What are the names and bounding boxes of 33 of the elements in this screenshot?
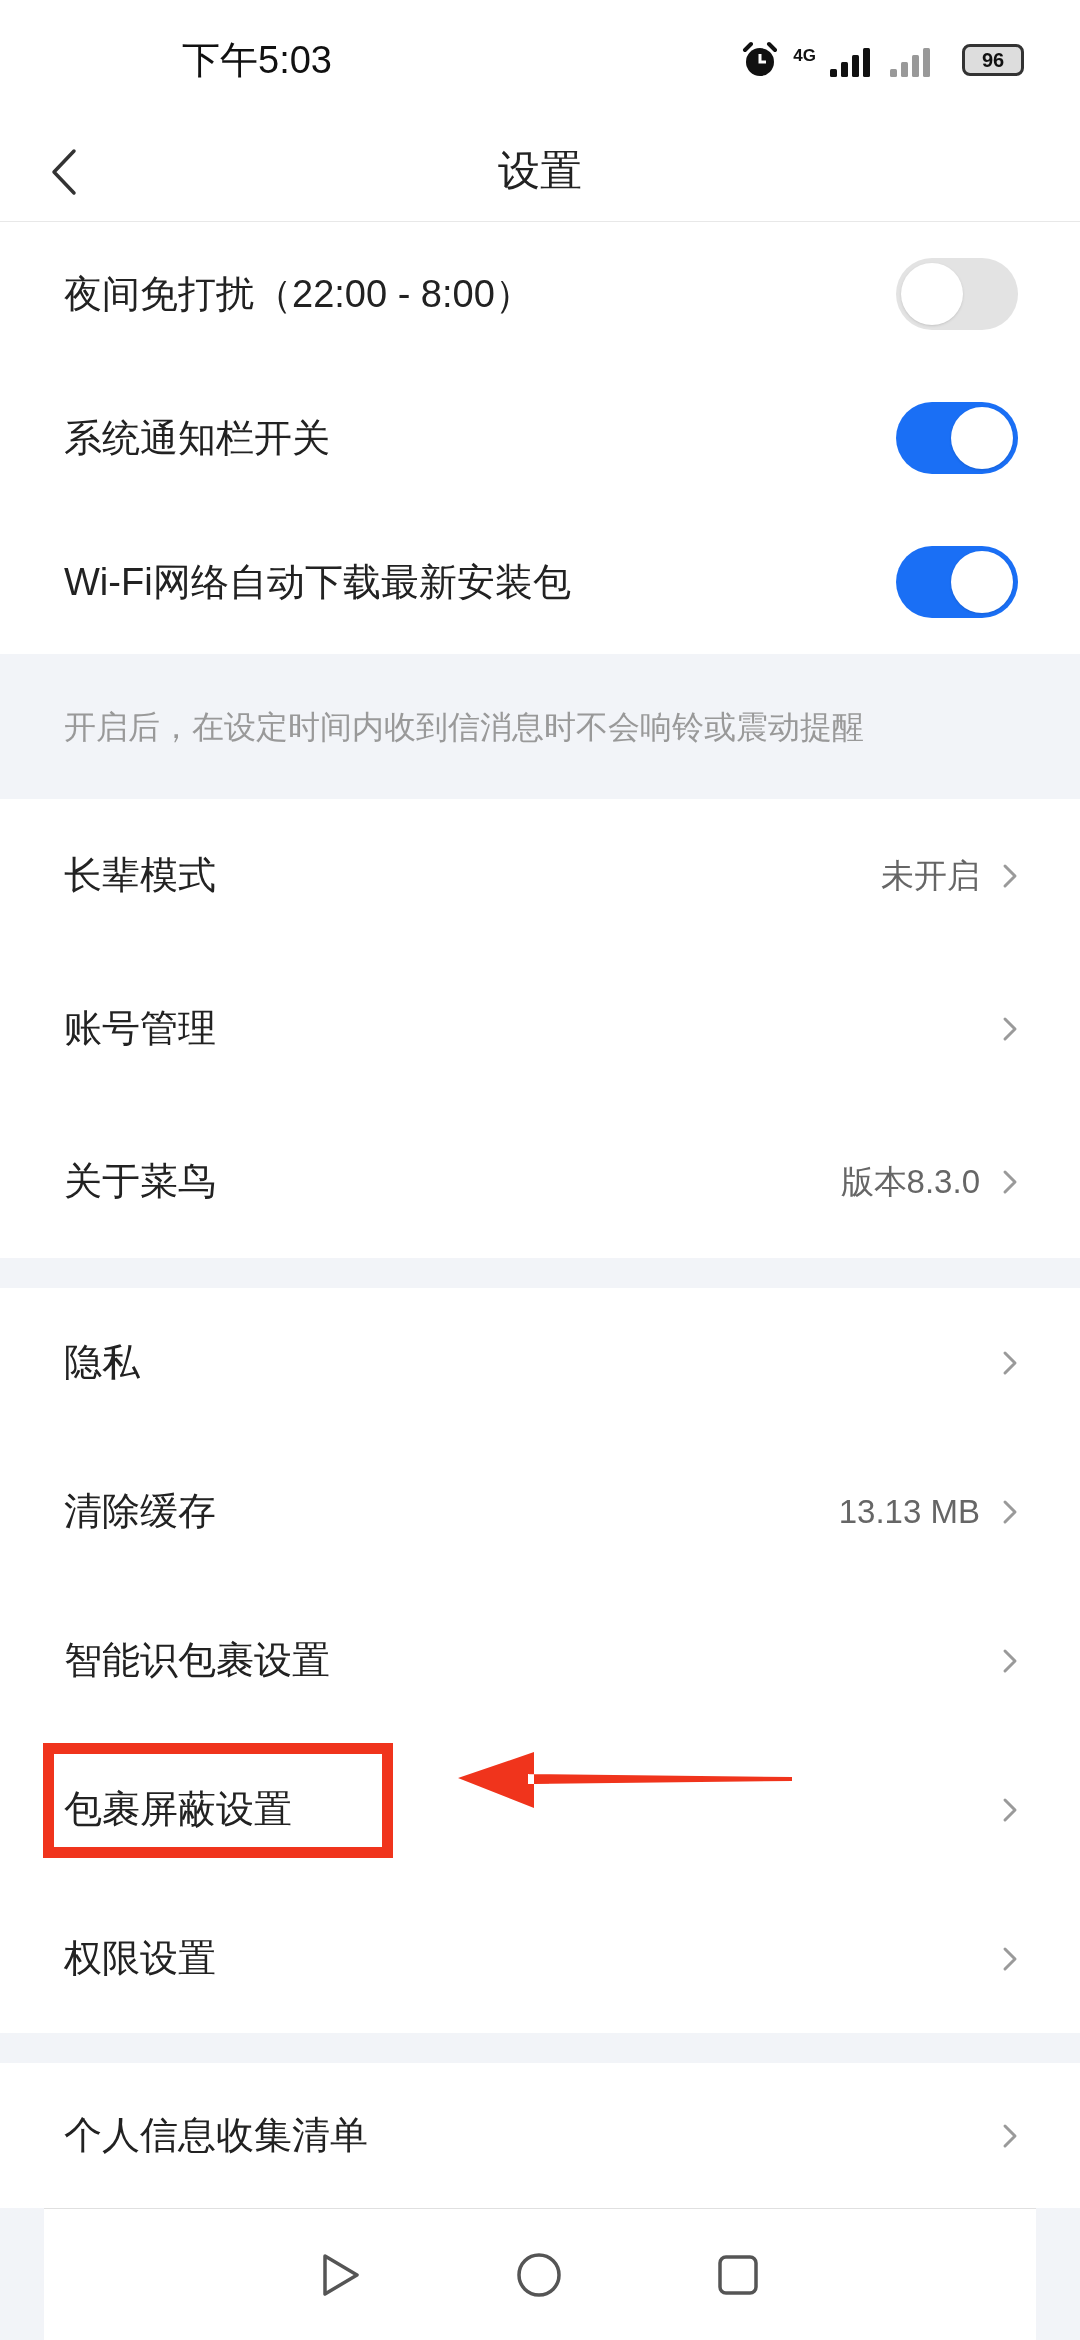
row-label: 权限设置 [64,1936,216,1981]
chevron-right-icon [1002,1349,1018,1376]
toggle-label: 夜间免打扰（22:00 - 8:00） [64,271,533,317]
row-value: 版本8.3.0 [840,1161,980,1202]
chevron-right-icon [1002,1647,1018,1674]
row-label: 长辈模式 [64,853,216,898]
chevron-right-icon [1002,2122,1018,2149]
row-label: 个人信息收集清单 [64,2113,368,2158]
row-value: 13.13 MB [838,1491,980,1532]
row-label: 包裹屏蔽设置 [64,1787,292,1832]
row-value: 未开启 [881,855,980,896]
toggle-label: 系统通知栏开关 [64,415,330,461]
chevron-right-icon [1002,1498,1018,1525]
back-triangle-icon[interactable] [321,2251,362,2298]
chevron-right-icon [1002,862,1018,889]
row-label: 关于菜鸟 [64,1159,216,1204]
network-label: 4G [793,45,816,67]
chevron-right-icon [1002,1015,1018,1042]
row-label: 账号管理 [64,1006,216,1051]
toggle-label: Wi-Fi网络自动下载最新安装包 [64,559,571,605]
row-label: 清除缓存 [64,1489,216,1534]
battery-level: 96 [981,48,1005,73]
page-title: 设置 [498,146,582,196]
chevron-right-icon [1002,1168,1018,1195]
chevron-right-icon [1002,1796,1018,1823]
row-label: 隐私 [64,1340,140,1385]
note-text: 开启后，在设定时间内收到信消息时不会响铃或震动提醒 [64,707,864,747]
home-circle-icon[interactable] [516,2251,562,2298]
chevron-right-icon [1002,1945,1018,1972]
row-label: 智能识包裹设置 [64,1638,330,1683]
alarm-icon [741,41,780,79]
status-time: 下午5:03 [182,37,332,83]
recents-square-icon[interactable] [716,2253,759,2296]
